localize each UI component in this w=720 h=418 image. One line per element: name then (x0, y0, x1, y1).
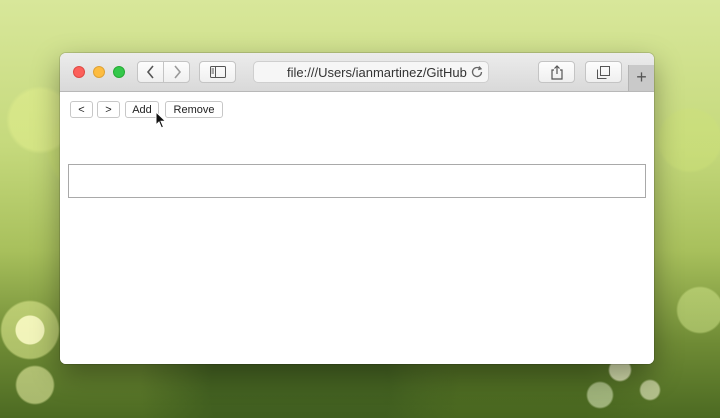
forward-chevron-icon (173, 65, 181, 79)
minimize-window-button[interactable] (93, 66, 105, 78)
remove-button[interactable]: Remove (165, 101, 223, 118)
show-tabs-button[interactable] (585, 61, 622, 83)
forward-button[interactable] (163, 61, 190, 83)
text-field[interactable] (68, 164, 646, 198)
share-button[interactable] (538, 61, 575, 83)
add-button[interactable]: Add (125, 101, 159, 118)
page-content: < > Add Remove (60, 92, 654, 364)
sidebar-toggle-button[interactable] (199, 61, 236, 83)
next-button[interactable]: > (97, 101, 120, 118)
close-window-button[interactable] (73, 66, 85, 78)
browser-window: file:///Users/ianmartinez/GitHub + < > A… (60, 53, 654, 364)
address-bar[interactable]: file:///Users/ianmartinez/GitHub (253, 61, 489, 83)
back-chevron-icon (146, 65, 154, 79)
zoom-window-button[interactable] (113, 66, 125, 78)
back-button[interactable] (137, 61, 164, 83)
sidebar-icon (209, 66, 226, 78)
reload-icon[interactable] (470, 65, 484, 79)
share-icon (550, 64, 563, 80)
tabs-icon (597, 65, 610, 79)
address-url: file:///Users/ianmartinez/GitHub (287, 65, 467, 80)
browser-toolbar: file:///Users/ianmartinez/GitHub + (60, 53, 654, 92)
new-tab-button[interactable]: + (628, 65, 654, 91)
mouse-pointer-icon (155, 111, 167, 129)
previous-button[interactable]: < (70, 101, 93, 118)
